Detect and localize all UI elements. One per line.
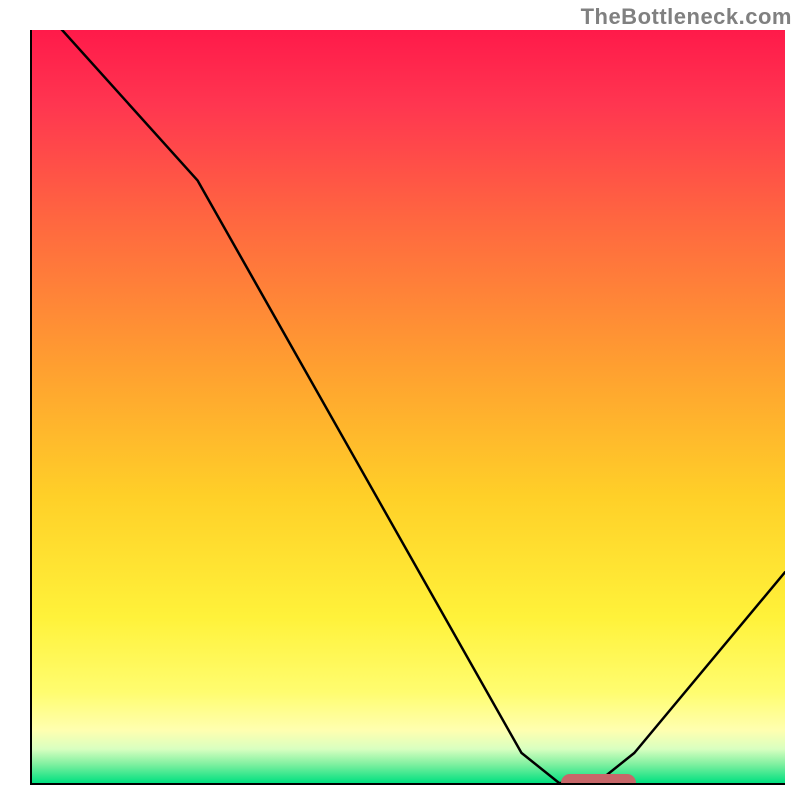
watermark-text: TheBottleneck.com [581, 4, 792, 30]
chart-optimal-marker [561, 774, 637, 785]
chart-plot-area [30, 30, 785, 785]
chart-bottleneck-curve [32, 30, 785, 783]
